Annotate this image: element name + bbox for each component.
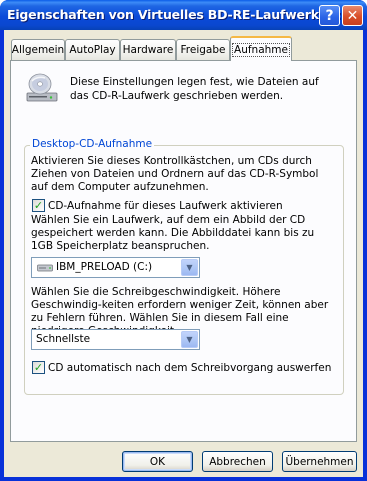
check-mark-icon: ✓ — [33, 361, 44, 374]
write-speed-select[interactable]: Schnellste ▼ — [31, 329, 200, 350]
cd-drive-icon — [26, 73, 58, 102]
properties-window: Eigenschaften von Virtuelles BD-RE-Laufw… — [0, 0, 367, 481]
tab-label: Aufnahme — [232, 42, 290, 57]
tab-strip: Allgemein AutoPlay Hardware Freigabe Auf… — [4, 30, 363, 61]
apply-button[interactable]: Übernehmen — [282, 451, 357, 472]
tab-panel-aufnahme: Diese Einstellungen legen fest, wie Date… — [10, 60, 357, 442]
tab-label: Allgemein — [11, 44, 65, 56]
eject-checkbox[interactable]: ✓ — [32, 361, 45, 374]
image-drive-value: IBM_PRELOAD (C:) — [56, 261, 153, 273]
group-title: Desktop-CD-Aufnahme — [30, 138, 155, 150]
eject-label[interactable]: CD automatisch nach dem Schreibvorgang a… — [48, 362, 331, 375]
tab-label: Freigabe — [180, 44, 226, 56]
enable-recording-checkbox[interactable]: ✓ — [32, 199, 45, 212]
title-bar[interactable]: Eigenschaften von Virtuelles BD-RE-Laufw… — [0, 0, 367, 30]
enable-recording-label[interactable]: CD-Aufnahme für dieses Laufwerk aktivier… — [48, 200, 283, 213]
ok-button[interactable]: OK — [122, 451, 193, 472]
cancel-button[interactable]: Abbrechen — [202, 451, 273, 472]
help-button[interactable]: ? — [319, 5, 340, 26]
tab-label: AutoPlay — [69, 44, 116, 56]
image-drive-select[interactable]: IBM_PRELOAD (C:) ▼ — [31, 257, 200, 278]
desktop-cd-recording-group: Desktop-CD-Aufnahme Aktivieren Sie diese… — [24, 138, 344, 395]
window-title: Eigenschaften von Virtuelles BD-RE-Laufw… — [7, 7, 347, 22]
enable-description: Aktivieren Sie dieses Kontrollkästchen, … — [31, 155, 319, 193]
write-speed-value: Schnellste — [36, 333, 91, 345]
close-button[interactable]: ✕ — [342, 5, 363, 26]
tab-freigabe[interactable]: Freigabe — [176, 39, 230, 60]
dialog-client: Allgemein AutoPlay Hardware Freigabe Auf… — [4, 30, 363, 477]
image-drive-description: Wählen Sie ein Laufwerk, auf dem ein Abb… — [31, 214, 315, 252]
intro-text: Diese Einstellungen legen fest, wie Date… — [70, 76, 319, 102]
tab-allgemein[interactable]: Allgemein — [11, 39, 65, 60]
tab-autoplay[interactable]: AutoPlay — [65, 39, 120, 60]
chevron-down-icon[interactable]: ▼ — [181, 259, 198, 276]
tab-aufnahme[interactable]: Aufnahme — [230, 36, 292, 61]
tab-hardware[interactable]: Hardware — [120, 39, 176, 60]
tab-label: Hardware — [122, 44, 174, 56]
check-mark-icon: ✓ — [33, 199, 44, 212]
chevron-down-icon[interactable]: ▼ — [181, 331, 198, 348]
hard-drive-icon — [37, 264, 53, 272]
